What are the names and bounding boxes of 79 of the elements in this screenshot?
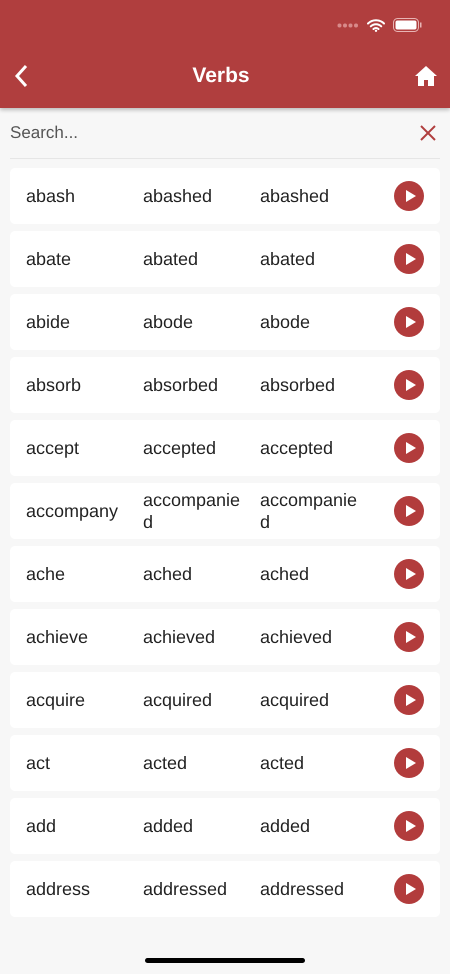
verb-card[interactable]: abide abode abode: [10, 294, 440, 350]
back-button[interactable]: [14, 64, 28, 88]
play-button[interactable]: [394, 748, 424, 778]
verb-card[interactable]: ache ached ached: [10, 546, 440, 602]
past-form: ached: [143, 563, 194, 585]
past-form: accepted: [143, 437, 218, 459]
participle-form: achieved: [260, 626, 334, 648]
home-button[interactable]: [414, 65, 438, 87]
verb-card[interactable]: act acted acted: [10, 735, 440, 791]
play-icon: [406, 379, 416, 391]
base-form: acquire: [26, 689, 86, 711]
past-form: acquired: [143, 689, 214, 711]
verb-card[interactable]: achieve achieved achieved: [10, 609, 440, 665]
play-button[interactable]: [394, 181, 424, 211]
signal-icon: [337, 22, 359, 28]
play-button[interactable]: [394, 874, 424, 904]
play-button[interactable]: [394, 622, 424, 652]
play-button[interactable]: [394, 244, 424, 274]
past-form: acted: [143, 752, 188, 774]
past-form: addressed: [143, 878, 228, 900]
base-form: ache: [26, 563, 66, 585]
verb-card[interactable]: abate abated abated: [10, 231, 440, 287]
participle-form: accepted: [260, 437, 334, 459]
play-button[interactable]: [394, 685, 424, 715]
participle-form: abated: [260, 248, 316, 270]
play-button[interactable]: [394, 559, 424, 589]
verb-card[interactable]: add added added: [10, 798, 440, 854]
past-form: abode: [143, 311, 194, 333]
participle-form: ached: [260, 563, 310, 585]
participle-form: absorbed: [260, 374, 336, 396]
verb-card[interactable]: address addressed addressed: [10, 861, 440, 917]
battery-icon: [393, 18, 422, 32]
play-icon: [406, 694, 416, 706]
participle-form: acted: [260, 752, 306, 774]
verb-card[interactable]: accept accepted accepted: [10, 420, 440, 476]
past-form: abashed: [143, 185, 214, 207]
play-icon: [406, 505, 416, 517]
play-icon: [406, 820, 416, 832]
play-icon: [406, 568, 416, 580]
base-form: act: [26, 752, 52, 774]
play-icon: [406, 190, 416, 202]
participle-form: abode: [260, 311, 312, 333]
search-field[interactable]: Search...: [10, 123, 416, 143]
verb-card[interactable]: abash abashed abashed: [10, 168, 440, 224]
verb-card[interactable]: acquire acquired acquired: [10, 672, 440, 728]
verb-card[interactable]: absorb absorbed absorbed: [10, 357, 440, 413]
base-form: abash: [26, 185, 76, 207]
play-icon: [406, 442, 416, 454]
play-button[interactable]: [394, 496, 424, 526]
past-form: abated: [143, 248, 200, 270]
play-icon: [406, 316, 416, 328]
play-button[interactable]: [394, 433, 424, 463]
past-form: achieved: [143, 626, 216, 648]
base-form: abate: [26, 248, 72, 270]
participle-form: addressed: [260, 878, 346, 900]
participle-form: acquired: [260, 689, 330, 711]
participle-form: added: [260, 815, 312, 837]
past-form: added: [143, 815, 194, 837]
wifi-icon: [367, 18, 385, 32]
play-button[interactable]: [394, 370, 424, 400]
base-form: absorb: [26, 374, 82, 396]
verb-card[interactable]: accompany accompanied accompanied: [10, 483, 440, 539]
play-icon: [406, 631, 416, 643]
base-form: address: [26, 878, 92, 900]
participle-form: abashed: [260, 185, 330, 207]
play-icon: [406, 253, 416, 265]
play-icon: [406, 883, 416, 895]
base-form: abide: [26, 311, 72, 333]
base-form: accompany: [26, 500, 120, 522]
page-title: Verbs: [192, 64, 250, 88]
base-form: achieve: [26, 626, 90, 648]
play-icon: [406, 757, 416, 769]
past-form: accompanied: [143, 489, 242, 533]
participle-form: accompanied: [260, 489, 358, 533]
past-form: absorbed: [143, 374, 220, 396]
base-form: accept: [26, 437, 80, 459]
base-form: add: [26, 815, 58, 837]
play-button[interactable]: [394, 811, 424, 841]
play-button[interactable]: [394, 307, 424, 337]
